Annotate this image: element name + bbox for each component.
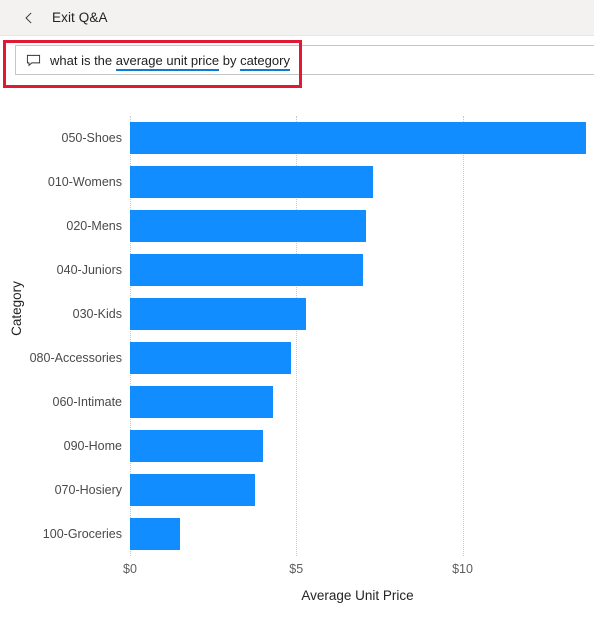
chart-row: 010-Womens bbox=[48, 160, 585, 204]
bar-rows: 050-Shoes 010-Womens 020-Mens 040-Juniors 03… bbox=[30, 116, 586, 556]
exit-qa-label[interactable]: Exit Q&A bbox=[52, 10, 108, 25]
chevron-left-icon[interactable] bbox=[22, 11, 36, 25]
category-label: 030-Kids bbox=[72, 307, 122, 321]
category-label: 080-Accessories bbox=[29, 351, 122, 365]
speech-bubble-icon bbox=[26, 53, 41, 68]
chart-row: 080-Accessories bbox=[30, 336, 585, 380]
category-label: 060-Intimate bbox=[52, 395, 122, 409]
chart-row: 030-Kids bbox=[73, 292, 585, 336]
bar-050-shoes[interactable] bbox=[130, 122, 586, 154]
x-tick-label: $10 bbox=[452, 562, 473, 576]
chart-row: 050-Shoes bbox=[62, 116, 586, 160]
x-axis-title: Average Unit Price bbox=[130, 588, 585, 603]
qa-token-3[interactable]: category bbox=[240, 52, 290, 71]
qa-token-0: what is the bbox=[50, 52, 116, 68]
x-tick-label: $5 bbox=[289, 562, 304, 576]
chart-row: 100-Groceries bbox=[43, 512, 585, 556]
category-label: 010-Womens bbox=[47, 175, 122, 189]
qa-question-input[interactable]: what is the average unit price by catego… bbox=[15, 45, 594, 75]
qa-token-1[interactable]: average unit price bbox=[115, 52, 220, 71]
qa-token-2: by bbox=[219, 52, 241, 68]
qa-question-text: what is the average unit price by catego… bbox=[50, 52, 290, 71]
category-label: 020-Mens bbox=[66, 219, 122, 233]
category-label: 100-Groceries bbox=[42, 527, 122, 541]
bar-030-kids[interactable] bbox=[130, 298, 307, 330]
category-label: 050-Shoes bbox=[61, 131, 122, 145]
chart-row: 040-Juniors bbox=[57, 248, 585, 292]
plot-area: 050-Shoes 010-Womens 020-Mens 040-Juniors 03… bbox=[30, 116, 586, 556]
chart-row: 070-Hosiery bbox=[55, 468, 585, 512]
bar-060-intimate[interactable] bbox=[130, 386, 273, 418]
x-axis-ticks: $0 $5 $10 bbox=[123, 562, 585, 580]
bar-020-mens[interactable] bbox=[130, 210, 367, 242]
x-tick-label: $0 bbox=[123, 562, 137, 576]
bar-070-hosiery[interactable] bbox=[130, 474, 255, 506]
category-label: 070-Hosiery bbox=[54, 483, 122, 497]
question-bar-container: what is the average unit price by catego… bbox=[0, 36, 594, 84]
bar-010-womens[interactable] bbox=[130, 166, 373, 198]
chart-row: 090-Home bbox=[64, 424, 585, 468]
bar-080-accessories[interactable] bbox=[130, 342, 292, 374]
bar-040-juniors[interactable] bbox=[130, 254, 363, 286]
bar-100-groceries[interactable] bbox=[130, 518, 180, 550]
chart-row: 060-Intimate bbox=[53, 380, 585, 424]
bar-chart-visual: Category 050-Shoes 010-Womens 020-Mens 040-… bbox=[0, 88, 594, 620]
category-label: 040-Juniors bbox=[56, 263, 122, 277]
qa-top-bar: Exit Q&A bbox=[0, 0, 594, 36]
category-label: 090-Home bbox=[63, 439, 122, 453]
bar-090-home[interactable] bbox=[130, 430, 263, 462]
x-axis-title-label: Average Unit Price bbox=[301, 588, 414, 603]
chart-row: 020-Mens bbox=[66, 204, 585, 248]
